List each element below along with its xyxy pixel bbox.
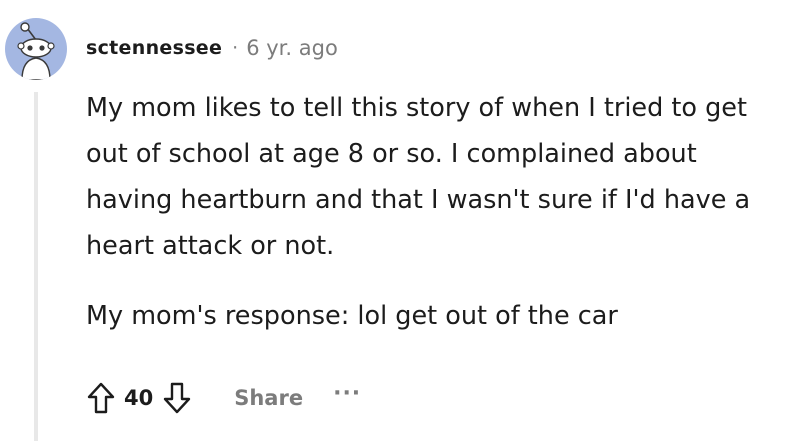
downvote-arrow-icon — [164, 382, 191, 414]
comment-action-bar: 40 Share ··· — [84, 374, 361, 422]
thread-collapse-line[interactable] — [34, 92, 38, 441]
meta-separator: · — [232, 37, 239, 59]
username-link[interactable]: sctennessee — [86, 37, 222, 59]
comment: sctennessee · 6 yr. ago My mom likes to … — [0, 0, 800, 441]
comment-paragraph: My mom likes to tell this story of when … — [86, 93, 751, 261]
comment-paragraph: My mom's response: lol get out of the ca… — [86, 301, 618, 331]
more-options-button[interactable]: ··· — [333, 381, 361, 406]
comment-timestamp[interactable]: 6 yr. ago — [246, 36, 338, 60]
snoo-avatar-icon — [17, 22, 55, 80]
upvote-button[interactable] — [84, 378, 118, 418]
vote-score: 40 — [124, 386, 154, 410]
comment-body: My mom likes to tell this story of when … — [86, 85, 791, 339]
upvote-arrow-icon — [87, 382, 115, 414]
share-button[interactable]: Share — [234, 386, 303, 410]
avatar[interactable] — [5, 18, 67, 80]
downvote-button[interactable] — [160, 378, 194, 418]
comment-header: sctennessee · 6 yr. ago — [86, 33, 338, 63]
